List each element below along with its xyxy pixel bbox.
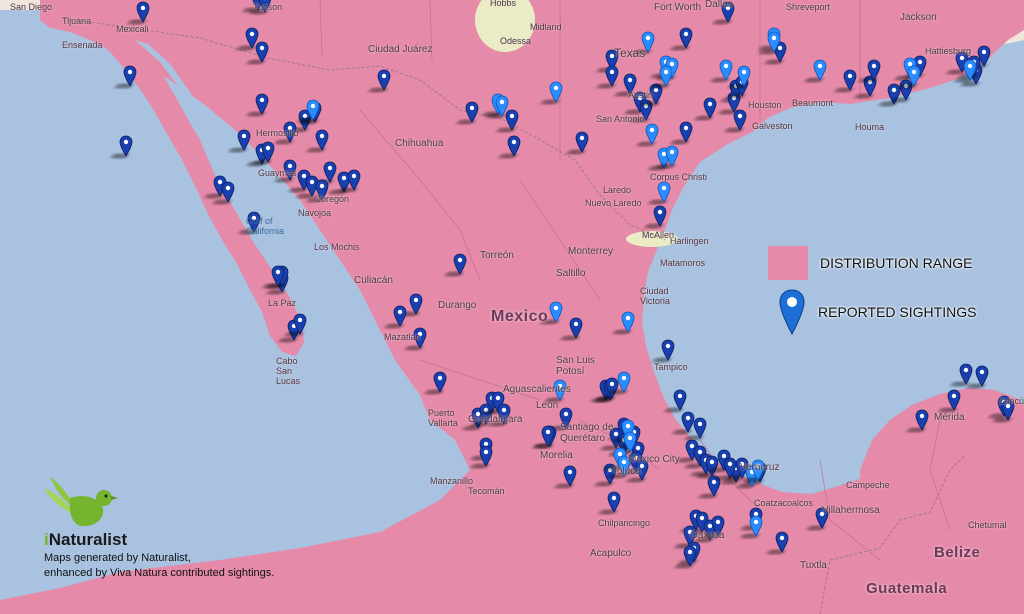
bird-logo-icon bbox=[44, 476, 118, 527]
legend-range-label: DISTRIBUTION RANGE bbox=[820, 255, 973, 271]
legend-range-swatch bbox=[768, 246, 808, 280]
legend-range: DISTRIBUTION RANGE bbox=[768, 246, 972, 280]
brand-name: iNaturalist bbox=[44, 530, 128, 549]
legend-pin-icon bbox=[779, 289, 805, 336]
legend-sightings: REPORTED SIGHTINGS bbox=[778, 288, 976, 336]
credit-line-1: Maps generated by Naturalist, bbox=[44, 552, 191, 564]
map-view[interactable]: San Diego Tijuana Ensenada Mexicali Tucs… bbox=[0, 0, 1024, 614]
non-range-patch-mcallen bbox=[626, 231, 678, 247]
credit-line-2: enhanced by Viva Natura contributed sigh… bbox=[44, 567, 275, 579]
inaturalist-brand: iNaturalist bbox=[40, 468, 127, 549]
legend-sightings-label: REPORTED SIGHTINGS bbox=[818, 304, 977, 320]
